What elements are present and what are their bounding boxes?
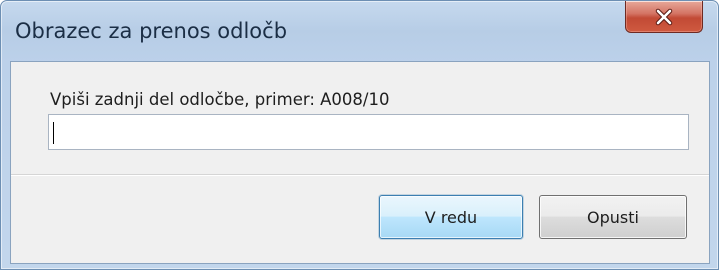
text-caret [53, 122, 54, 144]
ok-button[interactable]: V redu [379, 195, 523, 239]
cancel-button[interactable]: Opusti [539, 195, 687, 239]
dialog-content: Vpiši zadnji del odločbe, primer: A008/1… [10, 61, 710, 264]
title-bar[interactable]: Obrazec za prenos odločb [1, 1, 718, 61]
dialog-window: Obrazec za prenos odločb Vpiši zadnji de… [0, 0, 719, 270]
prompt-label: Vpiši zadnji del odločbe, primer: A008/1… [50, 90, 390, 109]
window-title: Obrazec za prenos odločb [15, 19, 288, 43]
close-icon [655, 8, 673, 25]
separator [11, 174, 709, 176]
close-button[interactable] [625, 1, 703, 33]
decision-number-input[interactable] [48, 114, 689, 150]
